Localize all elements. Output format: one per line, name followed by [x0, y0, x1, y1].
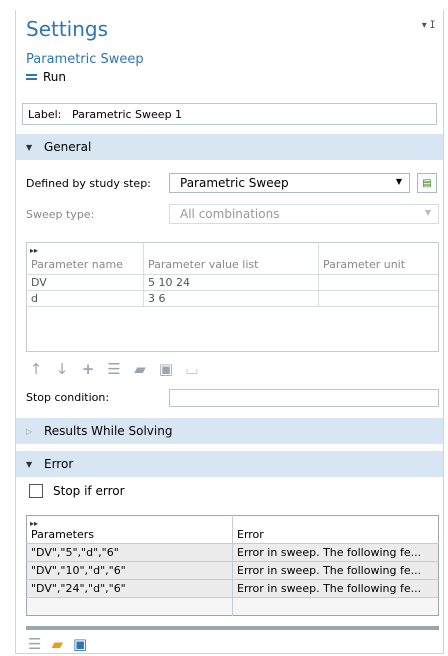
horizontal-scrollbar[interactable]: [26, 626, 439, 630]
table-row[interactable]: [26, 597, 439, 616]
run-label: Run: [43, 70, 67, 84]
stop-if-error-label: Stop if error: [53, 484, 125, 498]
expand-columns-icon[interactable]: ▸▸: [30, 519, 38, 528]
table-cell[interactable]: [26, 597, 233, 616]
go-to-source-icon: ▤: [422, 177, 432, 189]
column-header-error[interactable]: Error: [233, 516, 439, 544]
settings-title: Settings: [26, 17, 109, 41]
table-cell[interactable]: [232, 597, 439, 616]
table-cell[interactable]: Error in sweep. The following fe...: [232, 579, 439, 598]
study-step-label: Defined by study step:: [26, 177, 151, 190]
label-field[interactable]: Label: Parametric Sweep 1: [22, 103, 437, 125]
parameter-table[interactable]: ▸▸ Parameter name Parameter value list P…: [26, 242, 439, 352]
error-table-header: ▸▸ Parameters Error: [26, 515, 439, 544]
table-cell[interactable]: [318, 290, 439, 307]
table-row[interactable]: "DV","5","d","6" Error in sweep. The fol…: [26, 543, 439, 562]
label-input[interactable]: Parametric Sweep 1: [72, 108, 182, 121]
table-cell[interactable]: DV: [26, 274, 144, 291]
table-empty-area: [26, 306, 439, 352]
section-results-while-solving-header[interactable]: ▷ Results While Solving: [16, 418, 443, 444]
stop-if-error-checkbox[interactable]: [29, 484, 43, 498]
expanded-triangle-icon: ▼: [26, 459, 33, 469]
table-cell[interactable]: d: [26, 290, 144, 307]
pin-icon[interactable]: ▾ ⵊ: [422, 20, 435, 31]
table-cell[interactable]: 5 10 24: [143, 274, 319, 291]
table-row[interactable]: DV 5 10 24: [26, 274, 439, 291]
node-subtitle: Parametric Sweep: [26, 52, 144, 67]
column-header-parameter-name[interactable]: ▸▸ Parameter name: [26, 242, 144, 275]
sweep-type-value: All combinations: [180, 207, 280, 221]
parameter-table-toolbar: ↑ ↓ + ☰ ▰ ▣ ⌴: [28, 360, 200, 378]
table-cell[interactable]: "DV","24","d","6": [26, 579, 233, 598]
error-table[interactable]: ▸▸ Parameters Error "DV","5","d","6" Err…: [26, 515, 439, 616]
stop-condition-input[interactable]: [169, 389, 439, 407]
label-caption: Label:: [28, 107, 62, 121]
collapsed-triangle-icon: ▷: [26, 426, 33, 436]
clear-table-icon[interactable]: ☰: [106, 360, 122, 378]
table-cell[interactable]: Error in sweep. The following fe...: [232, 543, 439, 562]
column-header-label: Parameter name: [31, 258, 123, 271]
settings-panel: Settings ▾ ⵊ Parametric Sweep Run Label:…: [15, 10, 444, 654]
section-general-title: General: [44, 140, 92, 154]
stop-if-error-option[interactable]: Stop if error: [29, 484, 125, 498]
expand-columns-icon[interactable]: ▸▸: [30, 246, 38, 255]
section-error-header[interactable]: ▼ Error: [16, 451, 443, 477]
add-icon[interactable]: +: [80, 360, 96, 378]
error-table-toolbar: ☰ ▰ ▣: [28, 635, 87, 653]
section-general-header[interactable]: ▼ General: [16, 134, 443, 160]
table-cell[interactable]: [318, 274, 439, 291]
load-from-file-icon[interactable]: ⌴: [184, 360, 200, 378]
section-error-title: Error: [44, 457, 74, 471]
run-button[interactable]: Run: [26, 70, 66, 84]
chevron-down-icon: ▼: [395, 177, 402, 186]
open-file-icon[interactable]: ▰: [132, 360, 148, 378]
table-cell[interactable]: "DV","5","d","6": [26, 543, 233, 562]
expanded-triangle-icon: ▼: [26, 142, 33, 152]
sweep-type-label: Sweep type:: [26, 208, 95, 221]
sweep-type-select[interactable]: All combinations ▼: [169, 204, 439, 224]
table-row[interactable]: "DV","10","d","6" Error in sweep. The fo…: [26, 561, 439, 580]
column-header-label: Parameters: [31, 528, 94, 541]
parameter-table-header: ▸▸ Parameter name Parameter value list P…: [26, 242, 439, 275]
table-row[interactable]: "DV","24","d","6" Error in sweep. The fo…: [26, 579, 439, 598]
section-results-title: Results While Solving: [44, 424, 173, 438]
save-icon[interactable]: ▣: [158, 360, 174, 378]
open-file-icon[interactable]: ▰: [51, 635, 63, 653]
move-down-icon[interactable]: ↓: [54, 360, 70, 378]
study-step-select[interactable]: Parametric Sweep ▼: [169, 173, 410, 193]
clear-table-icon[interactable]: ☰: [28, 635, 41, 653]
move-up-icon[interactable]: ↑: [28, 360, 44, 378]
chevron-down-icon: ▼: [424, 208, 431, 217]
run-icon: [26, 74, 37, 80]
table-cell[interactable]: "DV","10","d","6": [26, 561, 233, 580]
table-empty-cell: [26, 306, 439, 352]
column-header-parameters[interactable]: ▸▸ Parameters: [26, 515, 233, 544]
study-step-value: Parametric Sweep: [180, 176, 289, 190]
go-to-source-button[interactable]: ▤: [417, 173, 437, 193]
stop-condition-label: Stop condition:: [26, 391, 110, 404]
save-icon[interactable]: ▣: [73, 635, 87, 653]
table-row[interactable]: d 3 6: [26, 290, 439, 307]
column-header-parameter-unit[interactable]: Parameter unit: [319, 243, 439, 275]
table-cell[interactable]: Error in sweep. The following fe...: [232, 561, 439, 580]
column-header-parameter-value-list[interactable]: Parameter value list: [143, 242, 319, 275]
table-cell[interactable]: 3 6: [143, 290, 319, 307]
